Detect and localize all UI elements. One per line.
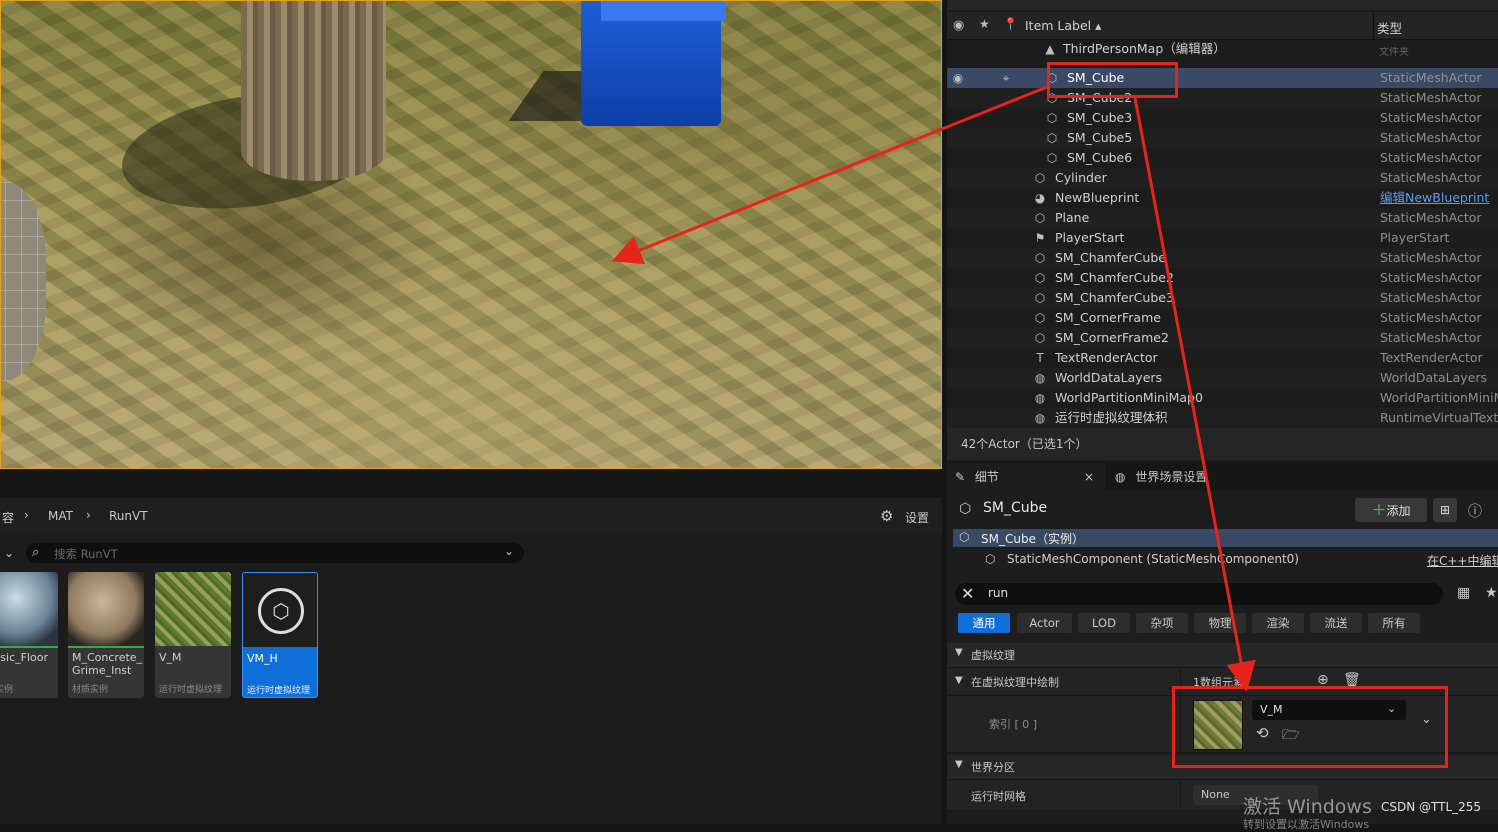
- arrow-to-vt-slot: [1133, 97, 1256, 692]
- annotation-arrows: [611, 85, 1256, 692]
- arrow-to-viewport: [611, 85, 1048, 265]
